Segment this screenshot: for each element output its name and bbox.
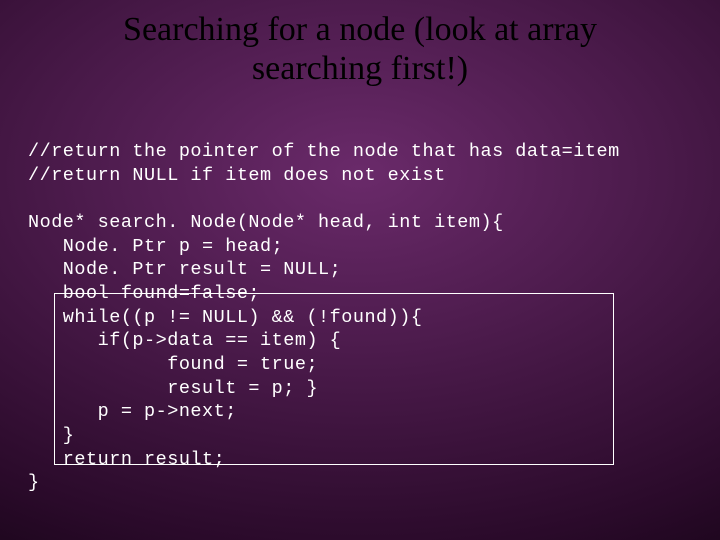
code-line-6: if(p->data == item) { (28, 330, 341, 351)
code-line-8: result = p; } (28, 378, 318, 399)
comment-line-2: //return NULL if item does not exist (28, 165, 446, 186)
title-line-2: searching first!) (252, 50, 468, 87)
code-line-4: bool found=false; (28, 283, 260, 304)
slide-title: Searching for a node (look at array sear… (0, 0, 720, 116)
code-block: //return the pointer of the node that ha… (0, 116, 720, 495)
code-line-1: Node* search. Node(Node* head, int item)… (28, 212, 504, 233)
code-line-7: found = true; (28, 354, 318, 375)
code-line-12: } (28, 472, 40, 493)
code-line-2: Node. Ptr p = head; (28, 236, 283, 257)
comment-line-1: //return the pointer of the node that ha… (28, 141, 620, 162)
code-line-11: return result; (28, 449, 225, 470)
code-line-3: Node. Ptr result = NULL; (28, 259, 341, 280)
code-line-9: p = p->next; (28, 401, 237, 422)
code-line-10: } (28, 425, 74, 446)
title-line-1: Searching for a node (look at array (123, 11, 597, 48)
code-line-5: while((p != NULL) && (!found)){ (28, 307, 422, 328)
